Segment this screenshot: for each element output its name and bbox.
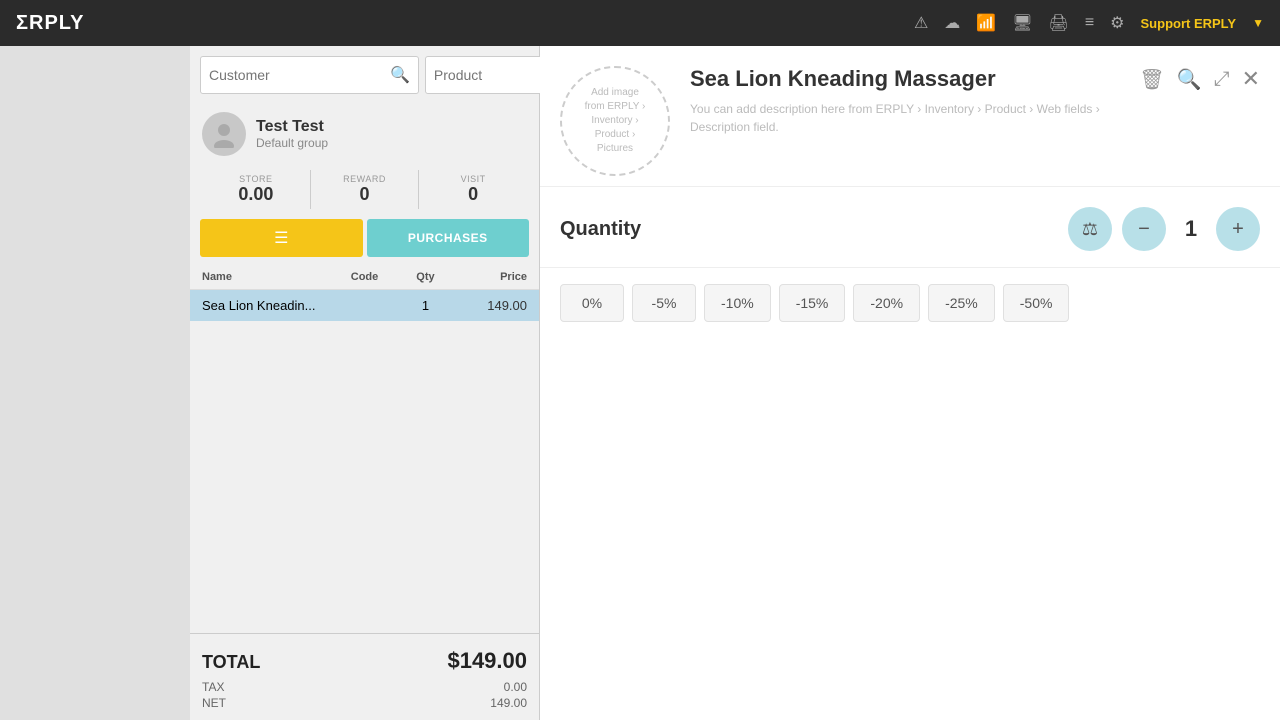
receipt-icon[interactable]: 🖨 bbox=[1049, 13, 1069, 33]
discount-5-button[interactable]: -5% bbox=[632, 284, 696, 322]
table-header: Name Code Qty Price bbox=[190, 265, 539, 290]
customer-info: Test Test Default group bbox=[190, 104, 539, 160]
product-title: Sea Lion Kneading Massager bbox=[690, 66, 1119, 92]
main-layout: 🔍 🔍 Test Test Default group S bbox=[0, 46, 1280, 720]
discount-0-button[interactable]: 0% bbox=[560, 284, 624, 322]
quantity-increase-button[interactable]: + bbox=[1216, 207, 1260, 251]
net-line: NET 149.00 bbox=[202, 696, 527, 710]
discount-10-button[interactable]: -10% bbox=[704, 284, 771, 322]
customer-search-icon[interactable]: 🔍 bbox=[390, 65, 410, 85]
total-label: TOTAL bbox=[202, 652, 260, 673]
search-product-icon[interactable]: 🔍 bbox=[1177, 67, 1202, 92]
product-actions: 🗑 🔍 ⤢ ✕ bbox=[1139, 66, 1260, 92]
row-price: 149.00 bbox=[446, 298, 527, 313]
product-image-placeholder[interactable]: Add imagefrom ERPLY ›Inventory ›Product … bbox=[560, 66, 670, 176]
product-image-text: Add imagefrom ERPLY ›Inventory ›Product … bbox=[585, 86, 646, 156]
visit-label: VISIT bbox=[419, 174, 527, 184]
col-header-name: Name bbox=[202, 271, 324, 283]
customer-name: Test Test bbox=[256, 118, 328, 136]
customer-details: Test Test Default group bbox=[256, 118, 328, 150]
quantity-row: Quantity ⚖ − 1 + bbox=[560, 207, 1260, 251]
menu-icon[interactable]: ≡ bbox=[1085, 14, 1094, 32]
reward-value: 0 bbox=[311, 184, 419, 205]
table-row[interactable]: Sea Lion Kneadin... 1 149.00 bbox=[190, 290, 539, 321]
total-footer: TOTAL $149.00 TAX 0.00 NET 149.00 bbox=[190, 633, 539, 720]
app-logo: ΣRPLY bbox=[16, 12, 85, 35]
delete-icon[interactable]: 🗑 bbox=[1139, 67, 1164, 92]
orders-tab-button[interactable]: ☰ bbox=[200, 219, 363, 257]
stats-row: STORE 0.00 REWARD 0 VISIT 0 bbox=[190, 160, 539, 219]
customer-group: Default group bbox=[256, 136, 328, 150]
alert-icon[interactable]: ⚠ bbox=[914, 13, 928, 33]
discount-section: 0% -5% -10% -15% -20% -25% -50% bbox=[540, 268, 1280, 338]
total-amount: $149.00 bbox=[447, 648, 527, 674]
discount-50-button[interactable]: -50% bbox=[1003, 284, 1070, 322]
search-row: 🔍 🔍 bbox=[190, 46, 539, 104]
store-value: 0.00 bbox=[202, 184, 310, 205]
visit-stat: VISIT 0 bbox=[419, 170, 527, 209]
col-header-qty: Qty bbox=[405, 271, 446, 283]
cloud-icon[interactable]: ☁ bbox=[944, 13, 960, 33]
net-value: 149.00 bbox=[490, 696, 527, 710]
close-icon[interactable]: ✕ bbox=[1242, 66, 1260, 92]
col-header-code: Code bbox=[324, 271, 405, 283]
quantity-value: 1 bbox=[1176, 216, 1206, 242]
reward-label: REWARD bbox=[311, 174, 419, 184]
discount-row: 0% -5% -10% -15% -20% -25% -50% bbox=[560, 284, 1260, 322]
product-info: Sea Lion Kneading Massager You can add d… bbox=[690, 66, 1119, 136]
bar-chart-icon[interactable]: 📶 bbox=[976, 13, 996, 33]
product-header: Add imagefrom ERPLY ›Inventory ›Product … bbox=[540, 46, 1280, 187]
middle-panel: 🔍 🔍 Test Test Default group S bbox=[190, 46, 540, 720]
topnav-right: ⚠ ☁ 📶 🖥 🖨 ≡ ⚙ Support ERPLY ▼ bbox=[914, 13, 1264, 33]
quantity-label: Quantity bbox=[560, 218, 641, 241]
purchases-label: PURCHASES bbox=[408, 231, 488, 245]
row-name: Sea Lion Kneadin... bbox=[202, 298, 324, 313]
customer-search-container[interactable]: 🔍 bbox=[200, 56, 419, 94]
top-navigation: ΣRPLY ⚠ ☁ 📶 🖥 🖨 ≡ ⚙ Support ERPLY ▼ bbox=[0, 0, 1280, 46]
support-caret-icon[interactable]: ▼ bbox=[1252, 16, 1264, 30]
visit-value: 0 bbox=[419, 184, 527, 205]
gear-icon[interactable]: ⚙ bbox=[1110, 13, 1124, 33]
display-icon[interactable]: 🖥 bbox=[1012, 13, 1032, 33]
exchange-icon[interactable]: ⤢ bbox=[1214, 68, 1230, 91]
purchases-tab-button[interactable]: PURCHASES bbox=[367, 219, 530, 257]
quantity-section: Quantity ⚖ − 1 + bbox=[540, 187, 1280, 268]
store-stat: STORE 0.00 bbox=[202, 170, 311, 209]
quantity-decrease-button[interactable]: − bbox=[1122, 207, 1166, 251]
tax-value: 0.00 bbox=[504, 680, 527, 694]
reward-stat: REWARD 0 bbox=[311, 170, 420, 209]
tabs-row: ☰ PURCHASES bbox=[190, 219, 539, 265]
net-label: NET bbox=[202, 696, 226, 710]
avatar bbox=[202, 112, 246, 156]
product-description: You can add description here from ERPLY … bbox=[690, 100, 1119, 136]
support-button[interactable]: Support ERPLY bbox=[1141, 16, 1237, 31]
scale-button[interactable]: ⚖ bbox=[1068, 207, 1112, 251]
quantity-controls: ⚖ − 1 + bbox=[1068, 207, 1260, 251]
discount-15-button[interactable]: -15% bbox=[779, 284, 846, 322]
discount-25-button[interactable]: -25% bbox=[928, 284, 995, 322]
col-header-price: Price bbox=[446, 271, 527, 283]
total-line: TOTAL $149.00 bbox=[202, 648, 527, 674]
row-qty: 1 bbox=[405, 298, 446, 313]
discount-20-button[interactable]: -20% bbox=[853, 284, 920, 322]
store-label: STORE bbox=[202, 174, 310, 184]
orders-icon: ☰ bbox=[274, 228, 288, 248]
tax-line: TAX 0.00 bbox=[202, 680, 527, 694]
left-sidebar bbox=[0, 46, 190, 720]
items-table: Name Code Qty Price Sea Lion Kneadin... … bbox=[190, 265, 539, 633]
customer-search-input[interactable] bbox=[209, 67, 390, 83]
right-panel: Add imagefrom ERPLY ›Inventory ›Product … bbox=[540, 46, 1280, 720]
tax-label: TAX bbox=[202, 680, 224, 694]
